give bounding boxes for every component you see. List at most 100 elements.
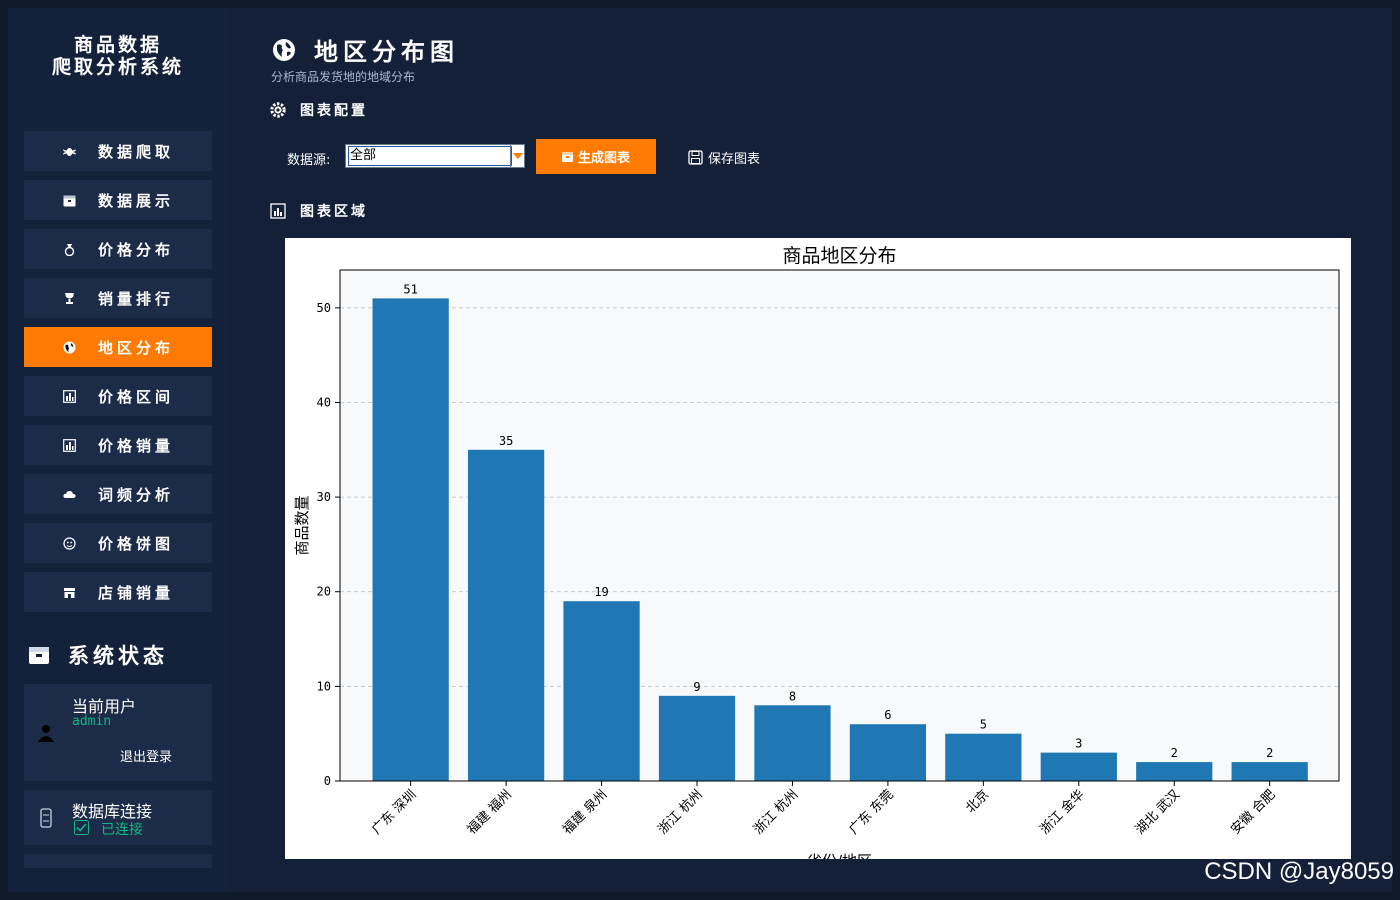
bar-value-label: 9 (693, 680, 700, 694)
chart-icon (62, 389, 76, 403)
y-tick-label: 40 (317, 395, 331, 409)
user-icon (38, 724, 54, 742)
chart-area-label: 图表区域 (300, 204, 368, 220)
bar-value-label: 19 (594, 585, 608, 599)
bar (945, 733, 1022, 781)
app-window: 商品数据 爬取分析系统 数据爬取数据展示价格分布销量排行地区分布价格区间价格销量… (0, 0, 1400, 900)
y-tick-label: 30 (317, 490, 331, 504)
generate-chart-button[interactable]: 生成图表 (536, 139, 656, 174)
db-status-value: 已连接 (101, 822, 143, 838)
nav-item-label: 数据展示 (98, 191, 175, 210)
globe-icon (62, 340, 76, 354)
nav-item-1[interactable]: 数据展示 (24, 180, 212, 220)
bar-value-label: 3 (1075, 737, 1082, 751)
bar-value-label: 5 (980, 718, 987, 732)
nav-item-label: 销量排行 (98, 289, 175, 308)
app-title-line2: 爬取分析系统 (51, 56, 184, 78)
bar-chart: 0102030405051广东 深圳35福建 福州19福建 泉州9浙江 杭州8浙… (293, 245, 1340, 859)
bar (1231, 762, 1308, 781)
bar-value-label: 2 (1171, 746, 1178, 760)
bar (1040, 752, 1117, 781)
nav-item-2[interactable]: 价格分布 (24, 229, 212, 269)
x-tick-label: 浙江 杭州 (751, 787, 801, 837)
bar (563, 601, 640, 781)
bar-value-label: 2 (1266, 746, 1273, 760)
check-icon (74, 820, 89, 835)
app-title-line1: 商品数据 (73, 34, 162, 56)
bar (467, 449, 545, 781)
page-subtitle: 分析商品发货地的地域分布 (271, 70, 416, 84)
chart-canvas: 0 10 20 30 40 50 51 广东 深圳 35 福建 福州 19 福建 泉州 9 浙江 杭州 8 浙… (285, 238, 1351, 859)
logout-button[interactable]: 退出登录 (120, 746, 172, 765)
pie-icon (62, 536, 76, 550)
nav-item-9[interactable]: 店铺销量 (24, 572, 212, 612)
nav-item-label: 数据爬取 (98, 142, 175, 161)
bar (1136, 762, 1213, 781)
trophy-icon (62, 291, 76, 305)
x-tick-label: 福建 福州 (465, 787, 515, 837)
y-tick-label: 0 (324, 774, 331, 788)
y-tick-label: 10 (317, 679, 331, 693)
nav-item-5[interactable]: 价格区间 (24, 376, 212, 416)
bug-icon (62, 144, 76, 158)
bar-value-label: 6 (884, 708, 891, 722)
x-tick-label: 福建 泉州 (559, 787, 610, 838)
datasource-select[interactable]: 全部 (345, 144, 525, 168)
datasource-value: 全部 (348, 146, 512, 166)
bar-value-label: 8 (789, 689, 796, 703)
box-icon (62, 193, 76, 207)
nav-item-label: 价格分布 (98, 240, 175, 259)
bar (754, 705, 831, 781)
datasource-label: 数据源: (287, 153, 331, 168)
chart-title: 商品地区分布 (782, 245, 896, 267)
nav-item-6[interactable]: 价格销量 (24, 425, 212, 465)
money-bag-icon (62, 242, 76, 256)
page-title-text: 地区分布图 (314, 37, 459, 66)
box-icon (28, 644, 50, 666)
database-icon (40, 808, 52, 828)
chart-icon (270, 203, 286, 219)
nav-item-label: 价格销量 (98, 436, 175, 455)
globe-icon (272, 38, 296, 62)
system-status-heading: 系统状态 (28, 640, 168, 670)
save-chart-button[interactable]: 保存图表 (688, 148, 760, 167)
page-title: 地区分布图 (272, 32, 459, 67)
box-icon (561, 151, 573, 162)
system-status-label: 系统状态 (68, 643, 168, 668)
nav-item-8[interactable]: 价格饼图 (24, 523, 212, 563)
bar-value-label: 35 (499, 434, 513, 448)
x-tick-label: 安徽 合肥 (1228, 787, 1278, 837)
app-title: 商品数据 爬取分析系统 (8, 34, 228, 78)
nav-item-4[interactable]: 地区分布 (24, 327, 212, 367)
x-tick-label: 北京 (963, 787, 992, 816)
nav-item-label: 词频分析 (98, 485, 175, 504)
username-value: admin (72, 714, 112, 729)
y-tick-label: 50 (317, 301, 331, 315)
bar (372, 298, 449, 781)
watermark-credit: CSDN @Jay8059 (1204, 858, 1394, 885)
sidebar: 商品数据 爬取分析系统 数据爬取数据展示价格分布销量排行地区分布价格区间价格销量… (8, 8, 228, 892)
nav-item-label: 价格区间 (98, 387, 175, 406)
x-tick-label: 浙江 金华 (1037, 787, 1088, 838)
x-tick-label: 广东 深圳 (369, 787, 419, 837)
y-tick-label: 20 (317, 585, 331, 599)
main-panel: 地区分布图 分析商品发货地的地域分布 图表配置 数据源: 全部 生成图表 保存图… (228, 8, 1392, 892)
db-connection-card: 数据库连接 已连接 (24, 790, 212, 845)
save-chart-label: 保存图表 (708, 152, 761, 167)
cloud-icon (62, 487, 76, 501)
bar (849, 724, 927, 781)
nav-item-7[interactable]: 词频分析 (24, 474, 212, 514)
nav-item-0[interactable]: 数据爬取 (24, 131, 212, 171)
x-tick-label: 湖北 武汉 (1133, 787, 1183, 837)
bar (658, 695, 736, 781)
x-tick-label: 广东 东莞 (846, 787, 896, 837)
chevron-down-icon[interactable] (510, 145, 524, 167)
generate-chart-label: 生成图表 (577, 151, 630, 166)
current-user-card: 当前用户 admin 退出登录 (24, 684, 212, 781)
status-card-partial (24, 854, 212, 868)
chart-config-label: 图表配置 (300, 103, 368, 119)
nav-item-label: 店铺销量 (98, 583, 175, 602)
nav-item-3[interactable]: 销量排行 (24, 278, 212, 318)
chart-area-heading: 图表区域 (270, 201, 368, 221)
gear-icon (270, 102, 286, 118)
